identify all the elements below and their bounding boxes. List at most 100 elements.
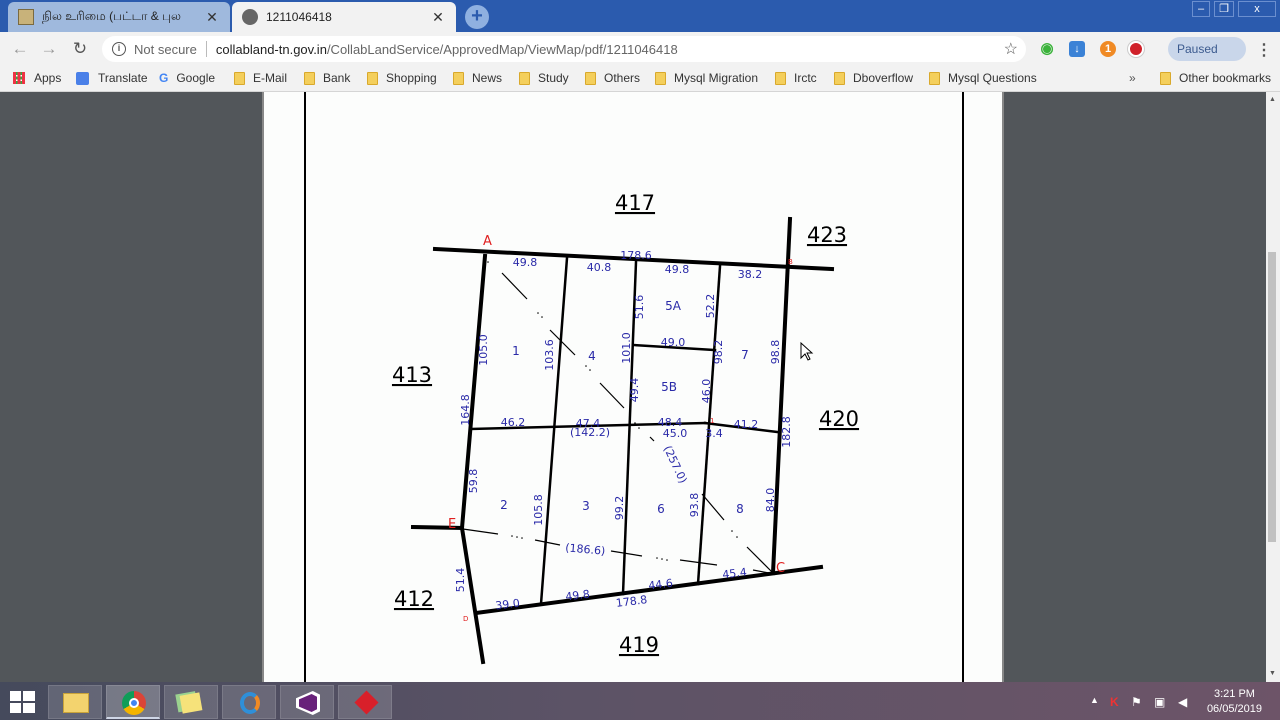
bookmark-study[interactable]: Study bbox=[519, 71, 569, 85]
profile-status: Paused bbox=[1177, 42, 1218, 56]
measure-top-2: 40.8 bbox=[587, 261, 612, 274]
address-bar[interactable]: i Not secure collabland-tn.gov.in /Colla… bbox=[102, 36, 1026, 62]
translate-icon bbox=[76, 71, 89, 85]
clock-date: 06/05/2019 bbox=[1206, 703, 1262, 715]
taskbar-chrome[interactable] bbox=[106, 685, 160, 719]
bookmark-apps[interactable]: Apps bbox=[13, 71, 61, 85]
bookmark-mysql-questions[interactable]: Mysql Questions bbox=[929, 71, 1037, 85]
chrome-icon bbox=[122, 691, 146, 715]
bookmark-label: Study bbox=[538, 71, 569, 85]
visual-studio-icon bbox=[296, 691, 320, 715]
measure-top-1: 49.8 bbox=[513, 256, 538, 269]
bookmark-shopping[interactable]: Shopping bbox=[367, 71, 437, 85]
measure-div-6-8: 93.8 bbox=[688, 493, 701, 518]
tab-map-pdf[interactable]: 1211046418 ✕ bbox=[232, 2, 456, 32]
restore-button[interactable]: ❐ bbox=[1214, 1, 1234, 17]
bookmark-others[interactable]: Others bbox=[585, 71, 640, 85]
file-explorer-icon bbox=[63, 693, 89, 713]
bookmark-news[interactable]: News bbox=[453, 71, 502, 85]
chrome-menu-icon[interactable]: ⋮ bbox=[1256, 40, 1272, 60]
measure-mid-total: (142.2) bbox=[570, 426, 610, 439]
scroll-up-arrow-icon[interactable]: ▲ bbox=[1269, 96, 1276, 103]
close-window-button[interactable]: x bbox=[1238, 1, 1276, 17]
tray-expand-icon[interactable]: ▲ bbox=[1090, 695, 1099, 705]
bookmark-star-icon[interactable]: ☆ bbox=[1004, 39, 1018, 59]
measure-5a-5b: 49.0 bbox=[661, 336, 686, 349]
taskbar-sticky-notes[interactable] bbox=[164, 685, 218, 719]
mouse-cursor-icon bbox=[800, 341, 814, 361]
scroll-down-arrow-icon[interactable]: ▼ bbox=[1269, 670, 1276, 677]
notification-extension-icon[interactable]: 1 bbox=[1100, 41, 1116, 57]
bookmark-irctc[interactable]: Irctc bbox=[775, 71, 817, 85]
bookmark-label: Bank bbox=[323, 71, 351, 85]
bookmark-translate[interactable]: Translate bbox=[76, 71, 148, 85]
measure-mid-below: 45.0 bbox=[663, 427, 688, 440]
division-1-4 bbox=[539, 256, 569, 606]
bookmark-bank[interactable]: Bank bbox=[304, 71, 350, 85]
system-clock[interactable]: 3:21 PM 06/05/2019 bbox=[1207, 687, 1262, 717]
measure-bottom-3: 44.6 bbox=[648, 577, 674, 593]
bookmark-mysql-migration[interactable]: Mysql Migration bbox=[655, 71, 758, 85]
bookmark-email[interactable]: E-Mail bbox=[234, 71, 287, 85]
new-tab-button[interactable]: + bbox=[465, 5, 489, 29]
bookmark-label: E-Mail bbox=[253, 71, 288, 85]
bookmark-label: Irctc bbox=[794, 71, 817, 85]
measure-div-5-7: 98.2 bbox=[712, 340, 725, 365]
tab-title: நில உரிமை (பட்டா & புல bbox=[42, 9, 181, 23]
action-center-flag-icon[interactable]: ⚑ bbox=[1131, 695, 1142, 709]
browser-toolbar: ← → ↻ i Not secure collabland-tn.gov.in … bbox=[0, 32, 1280, 66]
bookmark-google[interactable]: G Google bbox=[159, 71, 215, 85]
bookmark-label: Others bbox=[604, 71, 641, 85]
measure-bottom-total: 178.8 bbox=[615, 593, 648, 610]
folder-icon bbox=[834, 71, 845, 85]
back-button[interactable]: ← bbox=[9, 38, 31, 60]
scrollbar-thumb[interactable] bbox=[1268, 252, 1276, 542]
bookmark-label: News bbox=[472, 71, 503, 85]
profile-paused-button[interactable]: Paused bbox=[1168, 37, 1246, 61]
app-swirl-icon bbox=[240, 692, 260, 714]
google-icon: G bbox=[159, 71, 169, 85]
subdivision-5b: 5B bbox=[661, 380, 677, 394]
boundary-west-lower bbox=[459, 525, 486, 665]
network-icon[interactable]: ▣ bbox=[1154, 695, 1165, 709]
folder-icon bbox=[304, 71, 315, 85]
taskbar-visual-studio[interactable] bbox=[280, 685, 334, 719]
bookmark-label: Mysql Migration bbox=[674, 71, 759, 85]
corner-e: E bbox=[448, 517, 456, 532]
measure-bottom-2: 49.8 bbox=[565, 588, 591, 604]
subdivision-3: 3 bbox=[582, 499, 590, 513]
clock-time: 3:21 PM bbox=[1213, 688, 1255, 700]
tab-land-records[interactable]: நில உரிமை (பட்டா & புல ✕ bbox=[8, 2, 230, 32]
bookmark-label: Other bookmarks bbox=[1179, 71, 1272, 85]
bookmark-label: Mysql Questions bbox=[948, 71, 1037, 85]
measure-left-total: 164.8 bbox=[459, 394, 472, 426]
bookmarks-overflow-button[interactable]: » bbox=[1129, 71, 1136, 85]
neighbor-420: 420 bbox=[819, 407, 859, 431]
kaspersky-icon[interactable]: K bbox=[1110, 695, 1119, 709]
folder-icon bbox=[453, 71, 464, 85]
windows-taskbar: ▲ K ⚑ ▣ ◀ 3:21 PM 06/05/2019 bbox=[0, 682, 1280, 720]
taskbar-file-explorer[interactable] bbox=[48, 685, 102, 719]
reload-button[interactable]: ↻ bbox=[69, 38, 91, 60]
bookmark-label: Translate bbox=[98, 71, 148, 85]
measure-left-bottom: 51.4 bbox=[454, 568, 467, 593]
taskbar-app[interactable] bbox=[222, 685, 276, 719]
info-icon[interactable]: i bbox=[112, 42, 126, 56]
opera-extension-icon[interactable] bbox=[1128, 41, 1144, 57]
taskbar-red-app[interactable] bbox=[338, 685, 392, 719]
neighbor-412: 412 bbox=[394, 587, 434, 611]
download-extension-icon[interactable]: ↓ bbox=[1069, 41, 1085, 57]
bookmark-dboverflow[interactable]: Dboverflow bbox=[834, 71, 913, 85]
measure-right-total: 182.8 bbox=[780, 416, 793, 448]
tab-title: 1211046418 bbox=[266, 10, 332, 24]
other-bookmarks[interactable]: Other bookmarks bbox=[1160, 71, 1271, 85]
volume-muted-icon[interactable]: ◀ bbox=[1178, 695, 1187, 709]
minimize-button[interactable]: – bbox=[1192, 1, 1210, 17]
windows-start-icon[interactable] bbox=[10, 691, 36, 713]
measure-div-5b-right: 46.0 bbox=[700, 379, 713, 404]
tamilnadu-emblem-icon bbox=[18, 9, 34, 25]
wifi-extension-icon[interactable]: ◉ bbox=[1039, 41, 1055, 57]
forward-button[interactable]: → bbox=[38, 38, 60, 60]
close-tab-icon[interactable]: ✕ bbox=[430, 9, 446, 26]
close-tab-icon[interactable]: ✕ bbox=[204, 9, 220, 26]
